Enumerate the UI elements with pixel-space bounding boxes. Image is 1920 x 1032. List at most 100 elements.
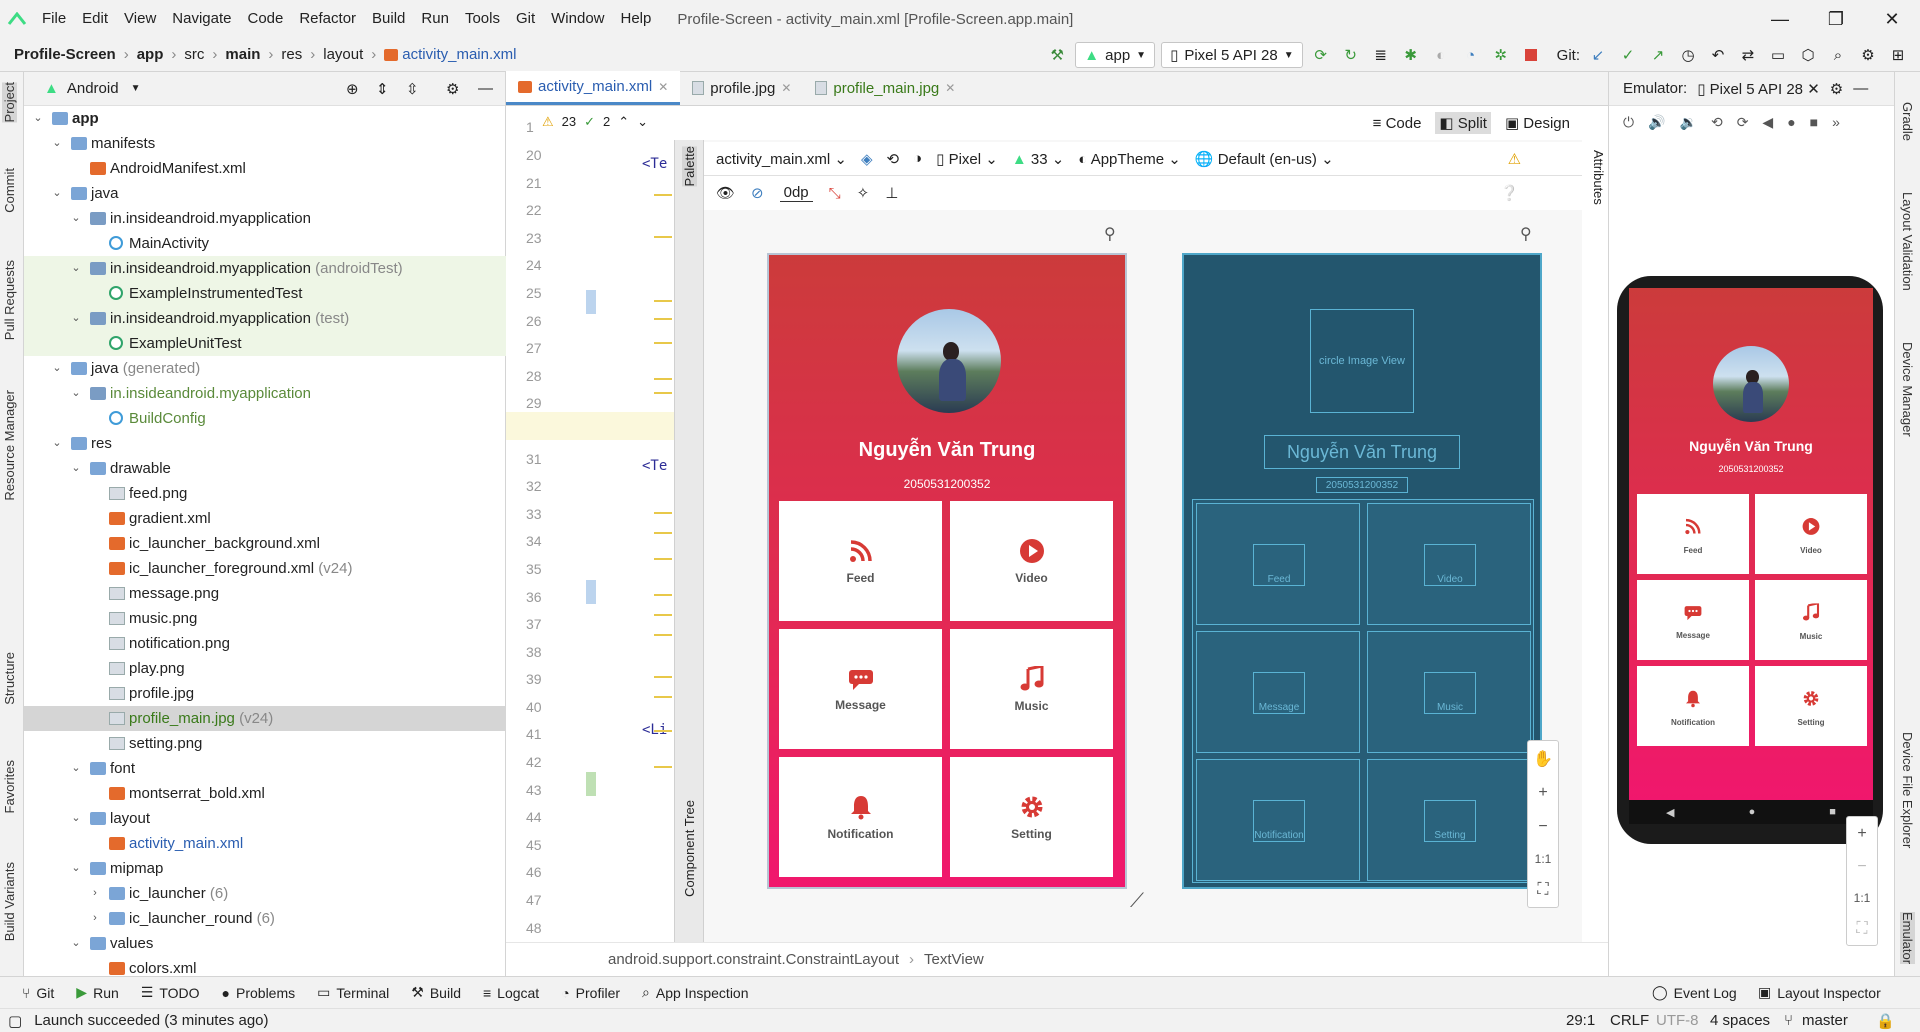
design-card-notification[interactable]: Notification	[779, 757, 942, 877]
blueprint-avatar-placeholder[interactable]: circle Image View	[1310, 309, 1414, 413]
emulator-device-tab[interactable]: ▯ Pixel 5 API 28 ✕	[1697, 80, 1820, 98]
problems-tool-button[interactable]: ● Problems	[222, 985, 296, 1001]
emu-card-video[interactable]: Video	[1755, 494, 1867, 574]
tree-node[interactable]: profile.jpg	[24, 681, 506, 706]
tree-node[interactable]: › ic_launcher_round (6)	[24, 906, 506, 931]
tree-node[interactable]: play.png	[24, 656, 506, 681]
blueprint-card-message[interactable]: Message	[1196, 631, 1360, 753]
close-icon[interactable]: ✕	[1864, 0, 1920, 38]
back-icon[interactable]: ◀	[1762, 114, 1773, 131]
emulator-screen[interactable]: Nguyễn Văn Trung 2050531200352 Feed Video…	[1629, 288, 1873, 800]
chevron-down-icon[interactable]: ⌄	[51, 181, 63, 206]
lock-icon[interactable]: 🔒	[1876, 1012, 1895, 1030]
menu-window[interactable]: Window	[543, 0, 612, 38]
menu-view[interactable]: View	[116, 0, 164, 38]
help-icon[interactable]: ❔	[1500, 184, 1519, 202]
default-margin-field[interactable]: 0dp	[779, 184, 813, 202]
device-select[interactable]: ▯ Pixel ⌄	[936, 150, 998, 168]
tree-node[interactable]: ⌄ java	[24, 181, 506, 206]
tool-window-pull-requests[interactable]: Pull Requests	[2, 260, 17, 340]
breadcrumb-project[interactable]: Profile-Screen	[14, 46, 116, 63]
tool-window-structure[interactable]: Structure	[2, 652, 17, 705]
blueprint-id[interactable]: 2050531200352	[1316, 477, 1408, 493]
zoom-actual-icon[interactable]: 1:1	[1854, 891, 1871, 905]
git-push-icon[interactable]: ↗	[1646, 43, 1670, 67]
tree-node[interactable]: ⌄ drawable	[24, 456, 506, 481]
menu-help[interactable]: Help	[613, 0, 660, 38]
blueprint-preview[interactable]: circle Image View Nguyễn Văn Trung 20505…	[1182, 253, 1542, 889]
tool-window-emulator[interactable]: Emulator	[1900, 912, 1915, 965]
rotate-right-icon[interactable]: ⟳	[1737, 114, 1749, 131]
menu-code[interactable]: Code	[239, 0, 291, 38]
chevron-down-icon[interactable]: ⌄	[51, 431, 63, 456]
tree-node[interactable]: ⌄ in.insideandroid.myapplication (test)	[24, 306, 506, 331]
tree-node[interactable]: ⌄ in.insideandroid.myapplication (android…	[24, 256, 506, 281]
blueprint-card-video[interactable]: Video	[1367, 503, 1531, 625]
breadcrumb-layout[interactable]: layout	[323, 46, 363, 63]
tree-node[interactable]: ic_launcher_background.xml	[24, 531, 506, 556]
component-tree-tab[interactable]: Component Tree	[682, 800, 697, 897]
attributes-tab[interactable]: Attributes	[1591, 150, 1606, 205]
gear-icon[interactable]: ⚙	[446, 80, 459, 98]
tree-node[interactable]: AndroidManifest.xml	[24, 156, 506, 181]
chevron-down-icon[interactable]: ⌄	[70, 931, 82, 956]
coverage-icon[interactable]: ◐	[1429, 43, 1453, 67]
design-card-feed[interactable]: Feed	[779, 501, 942, 621]
blueprint-card-music[interactable]: Music	[1367, 631, 1531, 753]
run-config-select[interactable]: ▲ app ▼	[1075, 42, 1156, 68]
eye-icon[interactable]: 👁	[716, 184, 735, 202]
history-icon[interactable]: ◷	[1676, 43, 1700, 67]
tree-node[interactable]: ⌄ java (generated)	[24, 356, 506, 381]
chevron-down-icon[interactable]: ⌄	[637, 114, 648, 130]
git-commit-icon[interactable]: ✓	[1616, 43, 1640, 67]
zoom-out-icon[interactable]: −	[1857, 858, 1866, 876]
profile-avatar[interactable]	[897, 309, 1001, 413]
sdk-manager-icon[interactable]: ⇄	[1736, 43, 1760, 67]
blueprint-card-feed[interactable]: Feed	[1196, 503, 1360, 625]
terminal-tool-button[interactable]: ▭ Terminal	[317, 984, 389, 1001]
indent-setting[interactable]: 4 spaces	[1710, 1012, 1770, 1029]
resize-handle-icon[interactable]: ⚲	[1520, 224, 1532, 244]
palette-tab[interactable]: Palette	[682, 146, 697, 187]
hammer-icon[interactable]: ⚒	[1045, 43, 1069, 67]
volume-up-icon[interactable]: 🔊	[1648, 114, 1665, 131]
power-icon[interactable]: ⏻	[1623, 114, 1634, 131]
api-select[interactable]: ▲ 33 ⌄	[1012, 150, 1064, 168]
apply-changes-icon[interactable]: ⟳	[1309, 43, 1333, 67]
zoom-in-icon[interactable]: +	[1538, 784, 1547, 802]
chevron-down-icon[interactable]: ⌄	[51, 131, 63, 156]
code-mode-button[interactable]: ≡ Code	[1373, 115, 1422, 132]
chevron-down-icon[interactable]: ▼	[131, 83, 141, 94]
sync-icon[interactable]: ⬡	[1796, 43, 1820, 67]
stop-icon[interactable]	[1519, 43, 1543, 67]
git-update-icon[interactable]: ↙	[1586, 43, 1610, 67]
tree-node[interactable]: BuildConfig	[24, 406, 506, 431]
settings-icon[interactable]: ⚙	[1856, 43, 1880, 67]
git-branch[interactable]: master	[1802, 1012, 1848, 1029]
file-encoding[interactable]: UTF-8	[1656, 1012, 1699, 1029]
tool-window-device-manager[interactable]: Device Manager	[1900, 342, 1915, 437]
code-editor[interactable]: ⚠23 ✓2 ⌃⌄ 120212223242526272829303132333…	[506, 106, 674, 942]
tab-profile-jpg[interactable]: profile.jpg ✕	[680, 71, 803, 105]
tree-node[interactable]: ⌄ mipmap	[24, 856, 506, 881]
resize-corner-icon[interactable]: ⟋	[1130, 890, 1144, 913]
tree-node[interactable]: MainActivity	[24, 231, 506, 256]
menu-refactor[interactable]: Refactor	[291, 0, 364, 38]
breadcrumb-src[interactable]: src	[184, 46, 204, 63]
blueprint-card-notification[interactable]: Notification	[1196, 759, 1360, 881]
tree-node[interactable]: ⌄ manifests	[24, 131, 506, 156]
design-card-setting[interactable]: Setting	[950, 757, 1113, 877]
emu-card-message[interactable]: Message	[1637, 580, 1749, 660]
split-mode-button[interactable]: ◧ Split	[1435, 112, 1491, 134]
tree-node[interactable]: › ic_launcher (6)	[24, 881, 506, 906]
design-mode-button[interactable]: ▣ Design	[1505, 114, 1570, 132]
tree-node[interactable]: message.png	[24, 581, 506, 606]
file-select[interactable]: activity_main.xml ⌄	[716, 150, 847, 168]
chevron-down-icon[interactable]: ⌄	[70, 256, 82, 281]
design-card-video[interactable]: Video	[950, 501, 1113, 621]
tree-node[interactable]: ⌄ values	[24, 931, 506, 956]
maximize-icon[interactable]: ❐	[1808, 0, 1864, 38]
tool-window-layout-validation[interactable]: Layout Validation	[1900, 192, 1915, 291]
git-tool-button[interactable]: ⑂ Git	[22, 985, 54, 1001]
zoom-fit-icon[interactable]: ⛶	[1537, 881, 1548, 899]
